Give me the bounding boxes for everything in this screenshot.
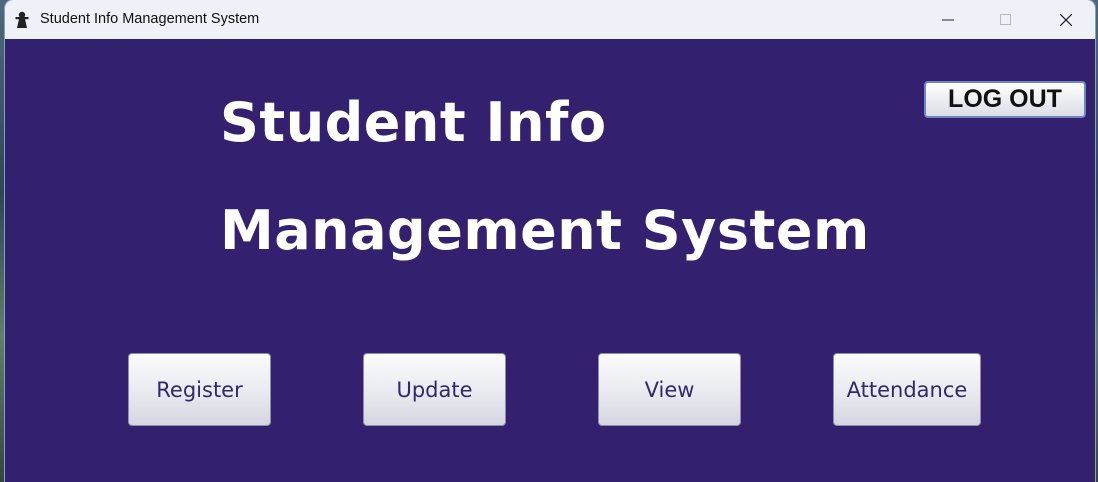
window-title: Student Info Management System	[40, 11, 260, 27]
close-button[interactable]	[1037, 0, 1095, 39]
maximize-button[interactable]	[977, 0, 1035, 39]
logout-button[interactable]: LOG OUT	[924, 81, 1086, 118]
update-button[interactable]: Update	[363, 353, 506, 426]
attendance-button[interactable]: Attendance	[833, 353, 981, 426]
app-figure-icon	[14, 11, 30, 28]
register-button[interactable]: Register	[128, 353, 271, 426]
title-bar[interactable]: Student Info Management System	[5, 0, 1095, 39]
heading-line-2: Management System	[220, 199, 870, 262]
minimize-icon	[942, 19, 954, 20]
app-window: Student Info Management System Student I…	[5, 0, 1095, 482]
maximize-icon	[1000, 13, 1011, 25]
heading-line-1: Student Info	[220, 91, 607, 154]
view-button[interactable]: View	[598, 353, 741, 426]
main-panel: Student Info Management System LOG OUT R…	[5, 39, 1095, 482]
close-icon	[1060, 13, 1072, 26]
minimize-button[interactable]	[919, 0, 977, 39]
